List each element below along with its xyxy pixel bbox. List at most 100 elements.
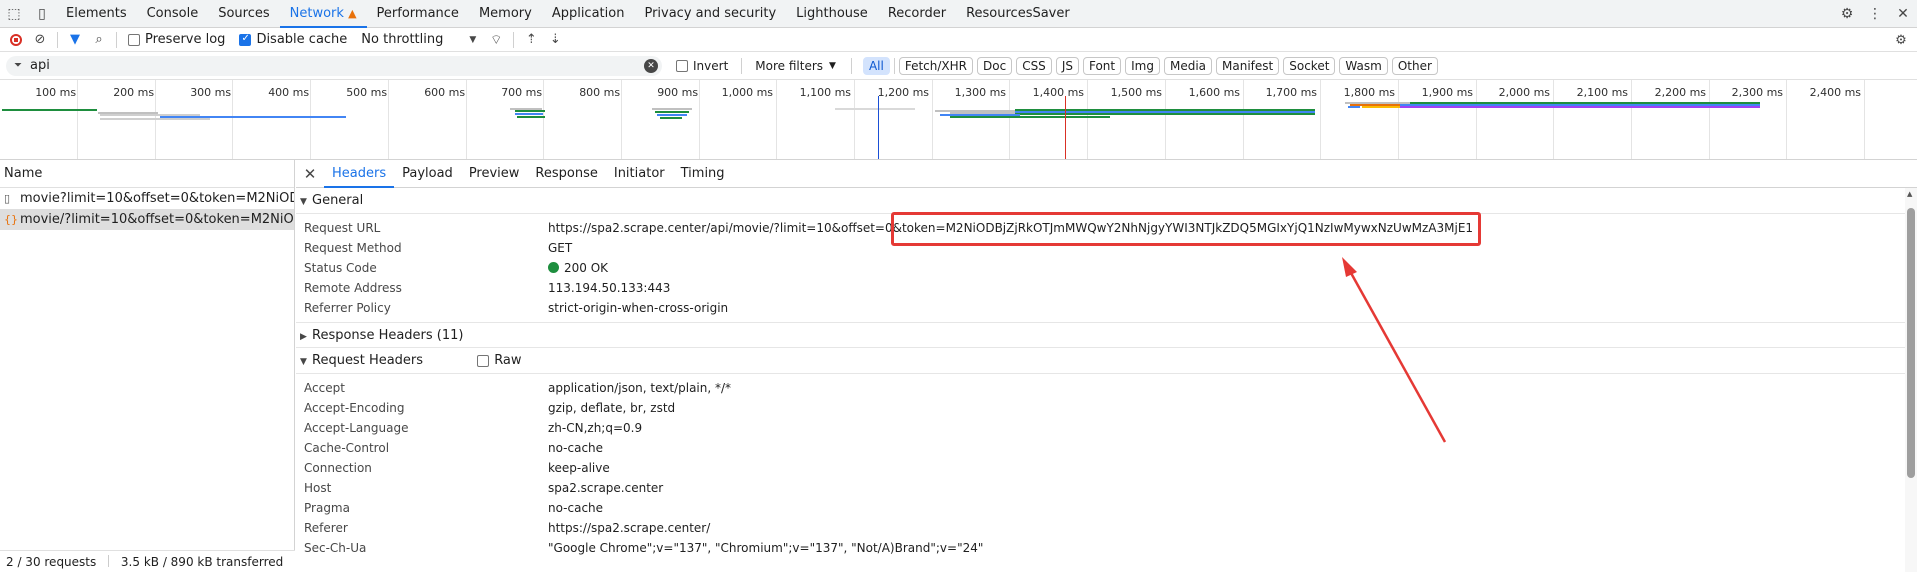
more-filters-dropdown[interactable]: More filters ▼: [755, 59, 836, 73]
filter-input-value: api: [30, 58, 50, 73]
more-options-icon[interactable]: ⋮: [1861, 0, 1889, 28]
filter-input[interactable]: ⏷ api ✕: [6, 55, 662, 76]
header-value: 113.194.50.133:443: [548, 281, 671, 295]
scroll-up-arrow-icon[interactable]: ▲: [1907, 190, 1912, 198]
filter-chip-css[interactable]: CSS: [1016, 56, 1052, 75]
tab-elements[interactable]: Elements: [56, 0, 137, 28]
filter-icon[interactable]: ▼: [63, 28, 87, 52]
name-column-header[interactable]: Name: [0, 160, 294, 188]
filter-chip-wasm[interactable]: Wasm: [1339, 56, 1388, 75]
request-headers-section-header[interactable]: ▼ Request Headers Raw: [296, 348, 1917, 374]
tab-payload[interactable]: Payload: [394, 160, 461, 188]
details-scrollbar[interactable]: ▲: [1905, 188, 1917, 572]
header-value: gzip, deflate, br, zstd: [548, 401, 676, 415]
preserve-log-checkbox[interactable]: Preserve log: [128, 32, 225, 47]
header-row: Accept-Encoding gzip, deflate, br, zstd: [296, 398, 1917, 418]
filter-chip-media[interactable]: Media: [1163, 56, 1213, 75]
request-header-rows: Accept application/json, text/plain, */* …: [296, 374, 1917, 562]
tab-preview[interactable]: Preview: [461, 160, 528, 188]
filter-chip-font[interactable]: Font: [1082, 56, 1122, 75]
filter-chip-img[interactable]: Img: [1125, 56, 1160, 75]
close-devtools-icon[interactable]: ✕: [1889, 0, 1917, 28]
checkbox-box-checked[interactable]: [239, 33, 252, 46]
filter-chip-manifest[interactable]: Manifest: [1216, 56, 1280, 75]
header-row: Remote Address 113.194.50.133:443: [296, 278, 1917, 298]
export-har-icon[interactable]: ⇣: [543, 28, 567, 52]
timeline-gridline: [854, 80, 855, 159]
tab-performance[interactable]: Performance: [367, 0, 469, 28]
header-key: Request Method: [304, 241, 402, 255]
tab-initiator[interactable]: Initiator: [606, 160, 673, 188]
settings-gear-icon[interactable]: ⚙: [1833, 0, 1861, 28]
record-stop-icon[interactable]: [4, 28, 28, 52]
invert-checkbox[interactable]: Invert: [676, 59, 728, 73]
timeline-gridline: [1553, 80, 1554, 159]
tab-privacy-security[interactable]: Privacy and security: [634, 0, 786, 28]
disable-cache-checkbox[interactable]: Disable cache: [239, 32, 347, 47]
timeline-gridline: [1864, 80, 1865, 159]
tab-memory[interactable]: Memory: [469, 0, 542, 28]
resource-type-filters: All Fetch/XHR Doc CSS JS Font Img Media …: [862, 56, 1442, 75]
filter-chip-all[interactable]: All: [862, 56, 890, 75]
throttling-select[interactable]: No throttling ▼: [361, 32, 476, 47]
scrollbar-thumb[interactable]: [1907, 208, 1915, 478]
divider: [108, 555, 110, 567]
tab-application[interactable]: Application: [542, 0, 635, 28]
import-har-icon[interactable]: ⇡: [519, 28, 543, 52]
timeline-tick-label: 100 ms: [35, 86, 77, 99]
tab-lighthouse[interactable]: Lighthouse: [786, 0, 878, 28]
header-value: zh-CN,zh;q=0.9: [548, 421, 643, 435]
tab-network[interactable]: Network ▲: [279, 0, 367, 28]
checkbox-box[interactable]: [477, 354, 490, 367]
header-row: Accept application/json, text/plain, */*: [296, 378, 1917, 398]
device-toolbar-icon[interactable]: ▯: [28, 0, 56, 28]
filter-chip-fetch-xhr[interactable]: Fetch/XHR: [898, 56, 973, 75]
waterfall-bar: [1362, 106, 1402, 108]
tab-response[interactable]: Response: [527, 160, 605, 188]
request-row[interactable]: ▯ movie?limit=10&offset=0&token=M2NiODB..…: [0, 188, 294, 209]
tab-recorder[interactable]: Recorder: [878, 0, 956, 28]
close-details-icon[interactable]: ✕: [296, 165, 324, 183]
divider: [850, 57, 852, 74]
header-value: https://spa2.scrape.center/: [548, 521, 711, 535]
request-row-selected[interactable]: {} movie/?limit=10&offset=0&token=M2NiOD.…: [0, 209, 294, 230]
tab-sources[interactable]: Sources: [208, 0, 279, 28]
timeline-gridline: [1009, 80, 1010, 159]
header-key: Sec-Ch-Ua: [304, 541, 367, 555]
timeline-tick-label: 2,200 ms: [1654, 86, 1707, 99]
timeline-tick-label: 2,300 ms: [1731, 86, 1784, 99]
timeline-gridline: [699, 80, 700, 159]
general-section-header[interactable]: ▼ General: [296, 188, 1917, 214]
filter-chip-js[interactable]: JS: [1055, 56, 1079, 75]
network-settings-gear-icon[interactable]: ⚙: [1889, 28, 1913, 52]
header-row: Referer https://spa2.scrape.center/: [296, 518, 1917, 538]
waterfall-bar: [660, 117, 682, 119]
status-value: 200 OK: [548, 258, 608, 278]
timeline-gridline: [1087, 80, 1088, 159]
filter-chip-socket[interactable]: Socket: [1283, 56, 1336, 75]
network-conditions-icon[interactable]: ⌔: [484, 28, 508, 52]
tab-headers[interactable]: Headers: [324, 160, 395, 188]
raw-checkbox[interactable]: Raw: [477, 353, 522, 368]
header-row: Sec-Ch-Ua "Google Chrome";v="137", "Chrom…: [296, 538, 1917, 558]
network-toolbar: ⊘ ▼ ⌕ Preserve log Disable cache No thro…: [0, 28, 1917, 52]
request-list-pane: Name ▯ movie?limit=10&offset=0&token=M2Ni…: [0, 160, 295, 572]
request-count: 2 / 30 requests: [6, 555, 97, 569]
timeline-gridline: [1243, 80, 1244, 159]
checkbox-box[interactable]: [676, 59, 688, 72]
checkbox-box[interactable]: [128, 33, 140, 46]
tab-console[interactable]: Console: [137, 0, 209, 28]
filter-chip-doc[interactable]: Doc: [977, 56, 1013, 75]
clear-icon[interactable]: ⊘: [28, 28, 52, 52]
search-icon[interactable]: ⌕: [87, 28, 111, 52]
inspect-element-icon[interactable]: ⬚: [0, 0, 28, 28]
tab-resources-saver[interactable]: ResourcesSaver: [956, 0, 1080, 28]
clear-filter-icon[interactable]: ✕: [644, 58, 658, 73]
tab-timing[interactable]: Timing: [673, 160, 733, 188]
topbar-right-actions: ⚙ ⋮ ✕: [1833, 0, 1917, 28]
response-headers-section-header[interactable]: ▶ Response Headers (11): [296, 322, 1917, 348]
network-overview-timeline[interactable]: 100 ms 200 ms 300 ms 400 ms 500 ms 600 ms 700 …: [0, 80, 1917, 160]
timeline-gridline: [932, 80, 933, 159]
timeline-tick-label: 1,900 ms: [1421, 86, 1474, 99]
filter-chip-other[interactable]: Other: [1391, 56, 1438, 75]
